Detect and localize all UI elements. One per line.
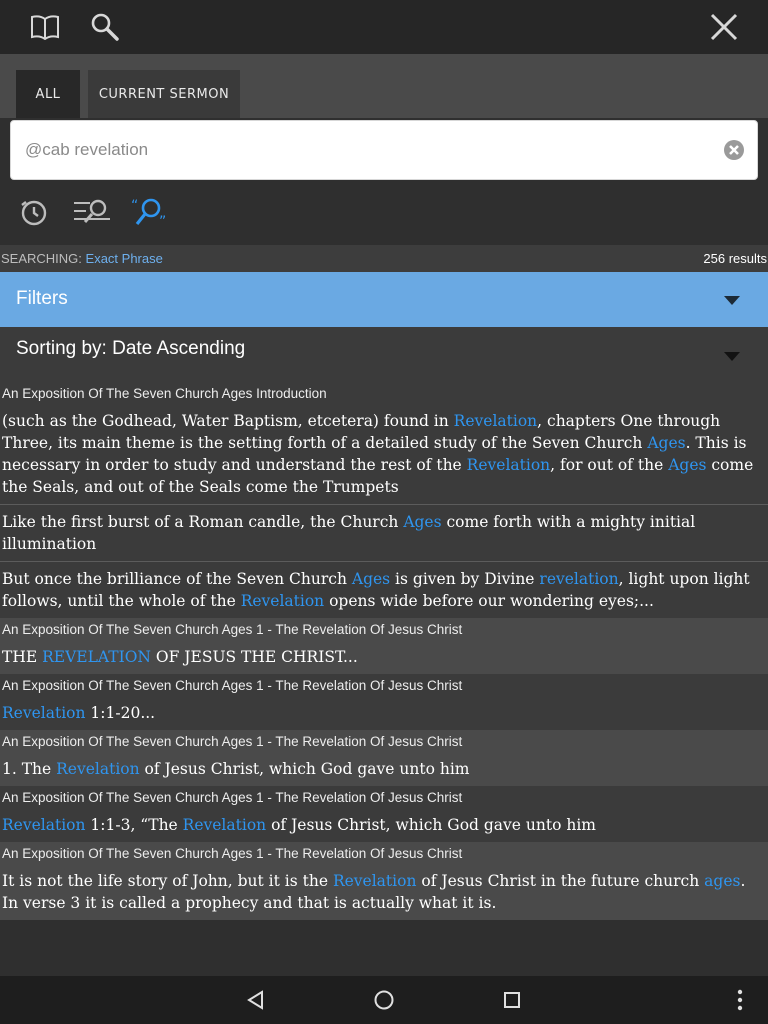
filters-expander[interactable]: Filters: [0, 272, 768, 327]
back-icon[interactable]: [226, 976, 286, 1024]
result-sermon-title: An Exposition Of The Seven Church Ages I…: [2, 386, 327, 401]
result-group: An Exposition Of The Seven Church Ages 1…: [0, 786, 768, 842]
svg-text:”: ”: [159, 214, 166, 228]
result-group: An Exposition Of The Seven Church Ages 1…: [0, 730, 768, 786]
clear-search-icon[interactable]: [723, 139, 745, 161]
result-count: 256 results: [703, 251, 767, 266]
highlighted-term: Ages: [647, 434, 686, 452]
result-sermon-title: An Exposition Of The Seven Church Ages 1…: [2, 678, 463, 693]
home-icon[interactable]: [354, 976, 414, 1024]
highlighted-term: Revelation: [332, 872, 417, 890]
status-label: SEARCHING:: [1, 251, 82, 266]
highlighted-term: Revelation: [182, 816, 267, 834]
snippet-text: Like the first burst of a Roman candle, …: [2, 513, 404, 531]
result-sermon-title: An Exposition Of The Seven Church Ages 1…: [2, 622, 463, 637]
scope-tabs: ALL CURRENT SERMON: [0, 54, 768, 118]
highlighted-term: Revelation: [56, 760, 140, 778]
sorting-label: Sorting by: Date Ascending: [16, 338, 246, 359]
result-snippet[interactable]: It is not the life story of John, but it…: [0, 864, 768, 920]
result-sermon-title: An Exposition Of The Seven Church Ages 1…: [2, 790, 463, 805]
result-snippet[interactable]: 1. The Revelation of Jesus Christ, which…: [0, 752, 768, 786]
snippet-text: It is not the life story of John, but it…: [2, 872, 333, 890]
snippet-text: OF JESUS THE CHRIST...: [150, 648, 358, 666]
search-box: [10, 120, 758, 180]
filters-label: Filters: [16, 288, 68, 309]
snippet-text: is given by Divine: [390, 570, 540, 588]
search-mode-status: SEARCHING: Exact Phrase: [1, 251, 163, 266]
snippet-text: opens wide before our wondering eyes;...: [324, 592, 654, 610]
result-snippet[interactable]: Revelation 1:1-3, “The Revelation of Jes…: [0, 808, 768, 842]
highlighted-term: REVELATION: [42, 648, 151, 666]
result-snippet[interactable]: Revelation 1:1-20...: [0, 696, 768, 730]
snippet-text: 1. The: [2, 760, 57, 778]
result-snippet[interactable]: Like the first burst of a Roman candle, …: [0, 505, 768, 562]
status-mode[interactable]: Exact Phrase: [86, 251, 163, 266]
search-tools-row: “”: [0, 182, 768, 245]
result-group: An Exposition Of The Seven Church Ages 1…: [0, 618, 768, 674]
results-list[interactable]: An Exposition Of The Seven Church Ages I…: [0, 382, 768, 976]
book-icon[interactable]: [18, 0, 72, 54]
result-group: An Exposition Of The Seven Church Ages 1…: [0, 674, 768, 730]
svg-text:“: “: [131, 198, 138, 214]
result-snippet[interactable]: But once the brilliance of the Seven Chu…: [0, 562, 768, 618]
exact-phrase-icon[interactable]: “”: [128, 190, 172, 234]
snippet-text: , for out of the: [550, 456, 669, 474]
history-icon[interactable]: [12, 190, 56, 234]
result-group: An Exposition Of The Seven Church Ages 1…: [0, 842, 768, 920]
chevron-down-icon: [724, 352, 740, 361]
search-options-icon[interactable]: [70, 190, 114, 234]
search-input[interactable]: [25, 121, 715, 179]
result-snippet[interactable]: (such as the Godhead, Water Baptism, etc…: [0, 404, 768, 505]
highlighted-term: Revelation: [2, 816, 86, 834]
top-app-bar: [0, 0, 768, 54]
search-icon[interactable]: [78, 0, 132, 54]
recents-icon[interactable]: [482, 976, 542, 1024]
snippet-text: But once the brilliance of the Seven Chu…: [2, 570, 352, 588]
result-sermon-title: An Exposition Of The Seven Church Ages 1…: [2, 846, 463, 861]
result-snippet[interactable]: THE REVELATION OF JESUS THE CHRIST...: [0, 640, 768, 674]
highlighted-term: ages: [704, 872, 741, 890]
result-group: An Exposition Of The Seven Church Ages I…: [0, 382, 768, 618]
result-sermon-title: An Exposition Of The Seven Church Ages 1…: [2, 734, 463, 749]
tab-current-sermon[interactable]: CURRENT SERMON: [88, 70, 240, 118]
snippet-text: (such as the Godhead, Water Baptism, etc…: [2, 412, 454, 430]
highlighted-term: revelation: [539, 570, 619, 588]
close-icon[interactable]: [697, 0, 751, 54]
snippet-text: of Jesus Christ in the future church: [416, 872, 705, 890]
snippet-text: 1:1-20...: [85, 704, 156, 722]
highlighted-term: Revelation: [453, 412, 538, 430]
chevron-down-icon: [724, 296, 740, 305]
highlighted-term: Ages: [351, 570, 391, 588]
overflow-menu-icon[interactable]: [710, 976, 768, 1024]
tab-all[interactable]: ALL: [16, 70, 80, 118]
snippet-text: THE: [2, 648, 43, 666]
highlighted-term: Ages: [668, 456, 707, 474]
highlighted-term: Revelation: [466, 456, 551, 474]
highlighted-term: Ages: [403, 513, 442, 531]
snippet-text: 1:1-3, “The: [85, 816, 183, 834]
sorting-dropdown[interactable]: Sorting by: Date Ascending: [0, 327, 768, 382]
search-status-bar: SEARCHING: Exact Phrase 256 results: [0, 245, 768, 272]
highlighted-term: Revelation: [2, 704, 86, 722]
snippet-text: of Jesus Christ, which God gave unto him: [139, 760, 470, 778]
system-nav-bar: [0, 976, 768, 1024]
snippet-text: of Jesus Christ, which God gave unto him: [266, 816, 596, 834]
highlighted-term: Revelation: [240, 592, 325, 610]
